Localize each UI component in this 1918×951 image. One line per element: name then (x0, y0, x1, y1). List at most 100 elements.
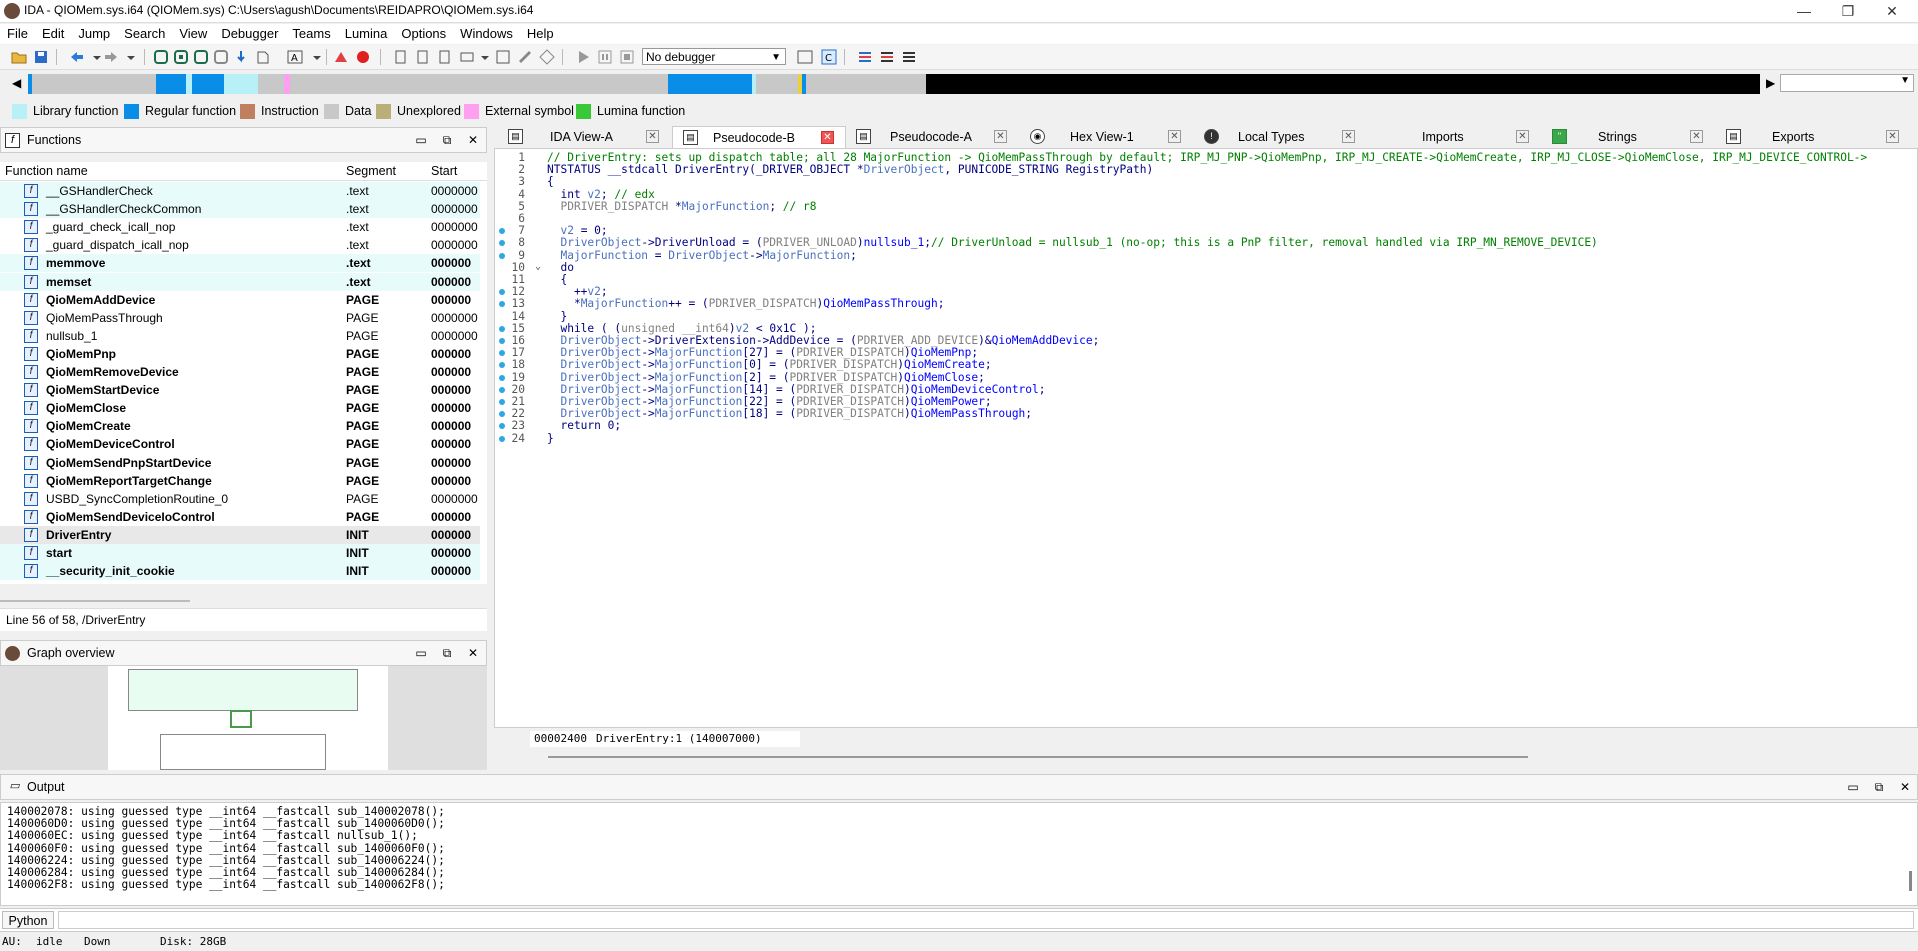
maximize-panel-icon[interactable]: ▭ (1845, 779, 1861, 795)
menu-jump[interactable]: Jump (71, 24, 117, 41)
function-row[interactable]: f _guard_check_icall_nop .text 0000000 (0, 218, 480, 236)
array-icon[interactable] (458, 48, 476, 66)
proximity-icon[interactable] (192, 48, 210, 66)
chevron-down-icon[interactable] (122, 48, 140, 66)
maximize-button[interactable]: ❐ (1826, 0, 1870, 22)
menu-help[interactable]: Help (520, 24, 561, 41)
menu-lumina[interactable]: Lumina (338, 24, 395, 41)
tab-exports[interactable]: ▤ Exports ✕ (1716, 126, 1916, 148)
graph-view-icon[interactable] (152, 48, 170, 66)
function-row[interactable]: f nullsub_1 PAGE 0000000 (0, 327, 480, 345)
function-row[interactable]: f _guard_dispatch_icall_nop .text 0000000 (0, 236, 480, 254)
functions-hscrollbar[interactable] (0, 600, 190, 602)
code-line[interactable]: 24} (495, 432, 1918, 447)
debugger-select[interactable]: No debugger ▼ (642, 48, 786, 65)
maximize-panel-icon[interactable]: ▭ (413, 645, 429, 661)
output-vscrollbar[interactable] (1909, 871, 1912, 891)
function-row[interactable]: f QioMemSendDeviceIoControl PAGE 000000 (0, 508, 480, 526)
close-window-button[interactable]: ✕ (1870, 0, 1914, 22)
close-tab-icon[interactable]: ✕ (1690, 130, 1703, 143)
graph-node-exit[interactable] (160, 734, 326, 770)
breakpoint-icon[interactable] (332, 48, 350, 66)
function-row[interactable]: f __security_init_cookie INIT 000000 (0, 562, 480, 581)
ida-c-icon[interactable]: C (820, 48, 838, 66)
column-function-name[interactable]: Function name (5, 164, 88, 178)
remove-list-icon[interactable] (900, 48, 918, 66)
python-language-button[interactable]: Python (2, 911, 54, 929)
function-row[interactable]: f QioMemSendPnpStartDevice PAGE 000000 (0, 454, 480, 472)
record-icon[interactable] (354, 48, 372, 66)
column-start[interactable]: Start (431, 164, 457, 178)
function-row[interactable]: f start INIT 000000 (0, 544, 480, 562)
close-tab-icon[interactable]: ✕ (1886, 130, 1899, 143)
stop-icon[interactable] (618, 48, 636, 66)
menu-teams[interactable]: Teams (285, 24, 337, 41)
tab-ida-view-a[interactable]: ▤ IDA View-A ✕ (498, 126, 670, 148)
tab-pseudocode-b[interactable]: ▤ Pseudocode-B ✕ (672, 126, 846, 149)
close-tab-icon[interactable]: ✕ (1516, 130, 1529, 143)
function-row[interactable]: f QioMemPassThrough PAGE 0000000 (0, 309, 480, 327)
search-icon[interactable] (254, 48, 272, 66)
diamond-icon[interactable] (538, 48, 556, 66)
function-row[interactable]: f memset .text 000000 (0, 272, 480, 291)
function-row[interactable]: f QioMemRemoveDevice PAGE 000000 (0, 363, 480, 381)
menu-debugger[interactable]: Debugger (214, 24, 285, 41)
tab-local-types[interactable]: ! Local Types ✕ (1194, 126, 1366, 148)
menu-file[interactable]: File (0, 24, 35, 41)
patch-icon[interactable] (516, 48, 534, 66)
minimize-button[interactable]: — (1782, 0, 1826, 22)
back-arrow-icon[interactable] (68, 48, 86, 66)
menu-windows[interactable]: Windows (453, 24, 520, 41)
pseudocode-view[interactable]: 1 // DriverEntry: sets up dispatch table;… (494, 148, 1918, 728)
maximize-panel-icon[interactable]: ▭ (413, 132, 429, 148)
function-row[interactable]: f QioMemAddDevice PAGE 000000 (0, 291, 480, 309)
tab-imports[interactable]: Imports ✕ (1368, 126, 1540, 148)
menu-view[interactable]: View (172, 24, 214, 41)
segment-icon[interactable] (212, 48, 230, 66)
float-panel-icon[interactable]: ⧉ (1871, 779, 1887, 795)
function-row[interactable]: f __GSHandlerCheckCommon .text 0000000 (0, 200, 480, 219)
jump-icon[interactable] (232, 48, 250, 66)
open-folder-icon[interactable] (10, 48, 28, 66)
chevron-down-icon[interactable] (308, 48, 326, 66)
python-command-input[interactable] (58, 911, 1914, 929)
menu-options[interactable]: Options (394, 24, 453, 41)
save-icon[interactable] (32, 48, 50, 66)
function-row[interactable]: f QioMemReportTargetChange PAGE 000000 (0, 472, 480, 490)
graph-node-loop[interactable] (230, 710, 252, 728)
fold-chevron-icon[interactable]: ⌄ (535, 261, 541, 272)
function-row[interactable]: f memmove .text 000000 (0, 254, 480, 273)
graph-overview-canvas[interactable] (0, 666, 487, 770)
close-panel-icon[interactable]: ✕ (1897, 779, 1913, 795)
close-tab-icon[interactable]: ✕ (1168, 130, 1181, 143)
output-log[interactable]: 140002078: using guessed type __int64 __… (0, 802, 1918, 906)
menu-search[interactable]: Search (117, 24, 172, 41)
function-row[interactable]: f QioMemStartDevice PAGE 000000 (0, 381, 480, 399)
close-tab-icon[interactable]: ✕ (646, 130, 659, 143)
address-combo[interactable]: ▼ (1780, 74, 1914, 92)
function-row[interactable]: f QioMemDeviceControl PAGE 000000 (0, 435, 480, 453)
function-row[interactable]: f DriverEntry INIT 000000 (0, 525, 480, 544)
code-hscrollbar[interactable] (548, 756, 1528, 758)
chevron-right-icon[interactable]: ▶ (1766, 76, 1775, 90)
chevron-left-icon[interactable]: ◀ (12, 76, 21, 90)
function-row[interactable]: f USBD_SyncCompletionRoutine_0 PAGE 0000000 (0, 490, 480, 508)
close-tab-icon[interactable]: ✕ (821, 131, 834, 144)
undefine-icon[interactable] (494, 48, 512, 66)
paste-icon[interactable] (414, 48, 432, 66)
float-panel-icon[interactable]: ⧉ (439, 645, 455, 661)
function-row[interactable]: f QioMemPnp PAGE 000000 (0, 345, 480, 363)
menu-edit[interactable]: Edit (35, 24, 71, 41)
play-icon[interactable] (574, 48, 592, 66)
navigation-strip[interactable] (28, 74, 1760, 94)
add-list-icon[interactable] (878, 48, 896, 66)
text-icon[interactable]: A (286, 48, 304, 66)
tab-hex-view-1[interactable]: ◉ Hex View-1 ✕ (1020, 126, 1192, 148)
close-tab-icon[interactable]: ✕ (1342, 130, 1355, 143)
function-row[interactable]: f QioMemClose PAGE 000000 (0, 399, 480, 417)
close-panel-icon[interactable]: ✕ (465, 132, 481, 148)
float-panel-icon[interactable]: ⧉ (439, 132, 455, 148)
close-panel-icon[interactable]: ✕ (465, 645, 481, 661)
case-sensitive-icon[interactable] (796, 48, 814, 66)
chevron-down-icon[interactable] (476, 48, 494, 66)
